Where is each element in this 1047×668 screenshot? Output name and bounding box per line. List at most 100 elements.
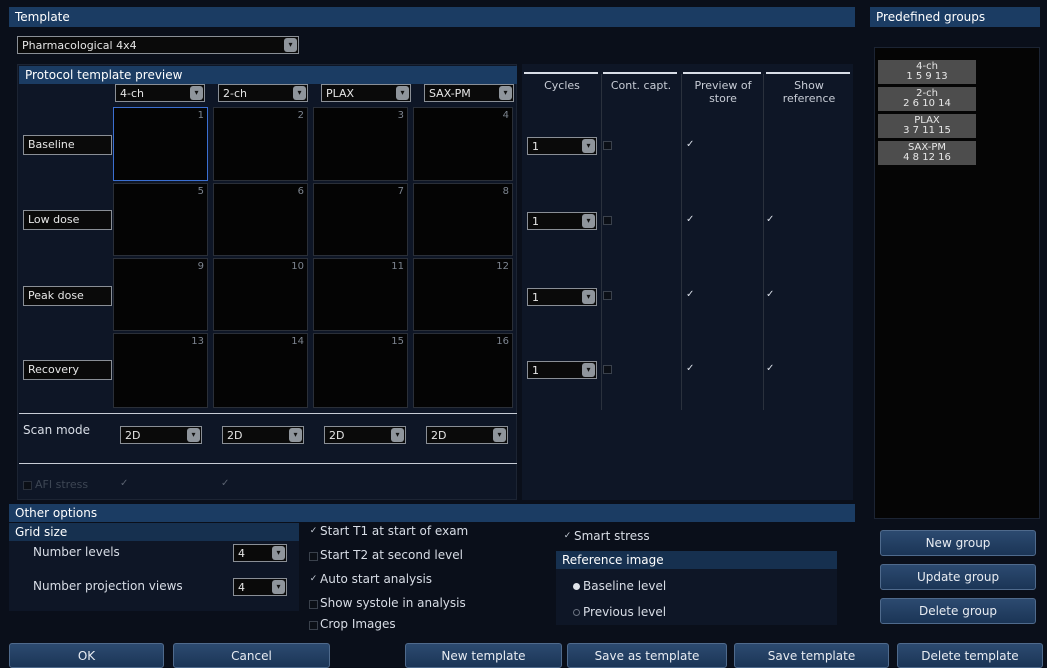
grid-cell[interactable]: 8 [413, 183, 513, 256]
grid-cell[interactable]: 12 [413, 258, 513, 331]
ref-baseline-radio[interactable]: Baseline level [573, 579, 666, 593]
new-template-button[interactable]: New template [405, 643, 562, 668]
crop-images-checkbox[interactable] [309, 621, 318, 630]
row-label-recovery[interactable]: Recovery [23, 360, 112, 380]
grid-cell[interactable]: 14 [213, 333, 308, 408]
cycles-value: 1 [532, 140, 539, 153]
preview-check[interactable]: ✓ [686, 363, 694, 374]
number-views-select[interactable]: 4 ▾ [233, 578, 287, 596]
show-reference-check[interactable]: ✓ [766, 214, 774, 225]
group-item-4-ch[interactable]: 4-ch 1 5 9 13 [878, 60, 976, 84]
grid-cell[interactable]: 7 [313, 183, 408, 256]
cycles-value: 1 [532, 215, 539, 228]
column-select-3[interactable]: PLAX ▾ [321, 84, 411, 102]
row-label-peak-dose[interactable]: Peak dose [23, 286, 112, 306]
grid-cell[interactable]: 13 [113, 333, 208, 408]
cont-capt-checkbox[interactable] [603, 291, 612, 300]
template-select[interactable]: Pharmacological 4x4 ▾ [17, 36, 299, 54]
cycles-select-baseline[interactable]: 1 ▾ [527, 137, 597, 155]
group-item-plax[interactable]: PLAX 3 7 11 15 [878, 114, 976, 138]
number-levels-value: 4 [238, 547, 245, 560]
chevron-down-icon: ▾ [272, 580, 285, 594]
cont-capt-checkbox[interactable] [603, 365, 612, 374]
cycles-select-low-dose[interactable]: 1 ▾ [527, 212, 597, 230]
scan-mode-select-4[interactable]: 2D ▾ [426, 426, 508, 444]
number-levels-select[interactable]: 4 ▾ [233, 544, 287, 562]
chevron-down-icon: ▾ [187, 428, 200, 442]
template-title: Template [15, 10, 70, 24]
chevron-down-icon: ▾ [582, 363, 595, 377]
ref-previous-radio[interactable]: Previous level [573, 605, 666, 619]
protocol-preview-header: Protocol template preview [19, 66, 517, 84]
chevron-down-icon: ▾ [582, 214, 595, 228]
group-item-2-ch[interactable]: 2-ch 2 6 10 14 [878, 87, 976, 111]
auto-start-checkbox[interactable]: ✓ [309, 575, 318, 585]
cont-capt-checkbox[interactable] [603, 141, 612, 150]
scan-mode-select-1[interactable]: 2D ▾ [120, 426, 202, 444]
predefined-groups-header: Predefined groups [870, 7, 1040, 27]
start-t1-checkbox[interactable]: ✓ [309, 527, 318, 537]
show-systole-checkbox[interactable] [309, 600, 318, 609]
divider [603, 72, 677, 74]
number-views-label: Number projection views [33, 579, 183, 593]
save-as-template-button[interactable]: Save as template [567, 643, 727, 668]
show-reference-check[interactable]: ✓ [766, 289, 774, 300]
cont-capt-checkbox[interactable] [603, 216, 612, 225]
other-options-header: Other options [9, 504, 855, 522]
delete-template-button[interactable]: Delete template [897, 643, 1043, 668]
grid-cell[interactable]: 16 [413, 333, 513, 408]
group-cells: 1 5 9 13 [906, 71, 948, 82]
chevron-down-icon: ▾ [391, 428, 404, 442]
new-group-button[interactable]: New group [880, 530, 1036, 556]
grid-cell[interactable]: 6 [213, 183, 308, 256]
grid-cell[interactable]: 11 [313, 258, 408, 331]
delete-group-button[interactable]: Delete group [880, 598, 1036, 624]
cycles-select-recovery[interactable]: 1 ▾ [527, 361, 597, 379]
ref-previous-label: Previous level [583, 605, 667, 619]
group-item-sax-pm[interactable]: SAX-PM 4 8 12 16 [878, 141, 976, 165]
grid-cell[interactable]: 1 [113, 107, 208, 181]
grid-cell[interactable]: 5 [113, 183, 208, 256]
protocol-preview-title: Protocol template preview [25, 68, 183, 82]
grid-cell[interactable]: 9 [113, 258, 208, 331]
update-group-button[interactable]: Update group [880, 564, 1036, 590]
show-reference-check[interactable]: ✓ [766, 363, 774, 374]
column-select-2[interactable]: 2-ch ▾ [218, 84, 308, 102]
crop-images-label: Crop Images [320, 617, 396, 631]
afi-stress-checkbox[interactable] [23, 481, 32, 490]
ref-baseline-label: Baseline level [583, 579, 667, 593]
row-label-low-dose[interactable]: Low dose [23, 210, 112, 230]
cancel-button[interactable]: Cancel [173, 643, 330, 668]
scan-mode-select-2[interactable]: 2D ▾ [222, 426, 304, 444]
preview-check[interactable]: ✓ [686, 289, 694, 300]
scan-mode-select-3[interactable]: 2D ▾ [324, 426, 406, 444]
preview-check[interactable]: ✓ [686, 139, 694, 150]
preview-store-header: Preview of store [683, 79, 763, 105]
scan-mode-value: 2D [125, 429, 141, 442]
grid-cell[interactable]: 2 [213, 107, 308, 181]
grid-cell[interactable]: 4 [413, 107, 513, 181]
show-systole-label: Show systole in analysis [320, 596, 466, 610]
grid-cell[interactable]: 3 [313, 107, 408, 181]
column-select-1[interactable]: 4-ch ▾ [115, 84, 205, 102]
preview-check[interactable]: ✓ [686, 214, 694, 225]
smart-stress-checkbox[interactable]: ✓ [563, 532, 572, 542]
ok-button[interactable]: OK [9, 643, 164, 668]
start-t2-checkbox[interactable] [309, 552, 318, 561]
scan-mode-value: 2D [329, 429, 345, 442]
template-header: Template [9, 7, 855, 27]
afi-stress-label: AFI stress [35, 478, 89, 491]
row-label-baseline[interactable]: Baseline [23, 135, 112, 155]
column-select-4[interactable]: SAX-PM ▾ [424, 84, 514, 102]
grid-cell[interactable]: 15 [313, 333, 408, 408]
save-template-button[interactable]: Save template [734, 643, 889, 668]
chevron-down-icon: ▾ [396, 86, 409, 100]
column-separator [681, 74, 682, 410]
predefined-groups-title: Predefined groups [876, 10, 986, 24]
cycles-select-peak-dose[interactable]: 1 ▾ [527, 288, 597, 306]
grid-cell[interactable]: 10 [213, 258, 308, 331]
column-select-value: 4-ch [120, 87, 144, 100]
cycles-value: 1 [532, 364, 539, 377]
smart-stress-label: Smart stress [574, 529, 650, 543]
other-options-title: Other options [15, 506, 98, 520]
